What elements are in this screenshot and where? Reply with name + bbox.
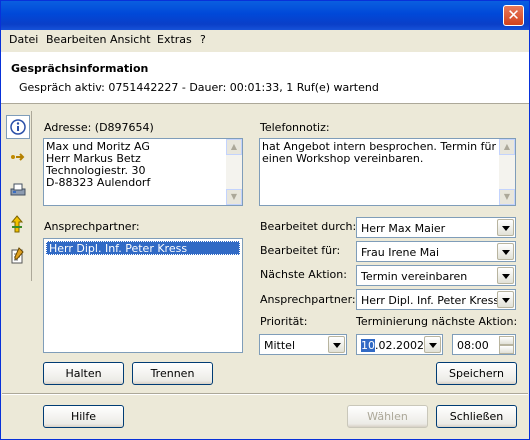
terminierung-label: Terminierung nächste Aktion: xyxy=(356,315,518,328)
naechste-aktion-value: Termin vereinbaren xyxy=(361,270,468,283)
note-label: Telefonnotiz: xyxy=(260,121,330,134)
dialog-window: ✕ Datei Bearbeiten Ansicht Extras ? Gesp… xyxy=(0,0,530,440)
ansprechpartner-value: Herr Dipl. Inf. Peter Kress xyxy=(361,294,500,307)
divider xyxy=(2,393,528,395)
spin-down-icon[interactable] xyxy=(499,345,514,354)
menu-ansicht[interactable]: Ansicht xyxy=(110,33,151,46)
calendar-dropdown-icon[interactable] xyxy=(424,336,441,353)
schliessen-button[interactable]: Schließen xyxy=(436,405,517,428)
menu-datei[interactable]: Datei xyxy=(9,33,38,46)
hilfe-button[interactable]: Hilfe xyxy=(43,405,124,428)
menu-bearbeiten[interactable]: Bearbeiten xyxy=(46,33,106,46)
trennen-button[interactable]: Trennen xyxy=(132,362,213,385)
fax-icon[interactable] xyxy=(6,179,30,203)
chevron-down-icon[interactable] xyxy=(497,243,514,260)
title-bar[interactable]: ✕ xyxy=(1,1,529,30)
time-spinner[interactable]: 08:00 xyxy=(452,334,516,355)
time-value: 08:00 xyxy=(457,339,489,352)
menu-extras[interactable]: Extras xyxy=(157,33,192,46)
ansprechpartner-select[interactable]: Herr Dipl. Inf. Peter Kress xyxy=(356,289,516,310)
prioritaet-label: Priorität: xyxy=(260,315,308,328)
address-field[interactable]: Max und Moritz AG Herr Markus Betz Techn… xyxy=(43,138,243,206)
side-toolbar xyxy=(4,111,32,281)
address-scrollbar[interactable]: ▲ ▼ xyxy=(226,139,242,205)
spin-up-icon[interactable] xyxy=(499,336,514,345)
naechste-aktion-label: Nächste Aktion: xyxy=(260,268,347,281)
scroll-up-icon[interactable]: ▲ xyxy=(499,139,515,155)
chevron-down-icon[interactable] xyxy=(328,336,345,353)
bearbeitet-durch-select[interactable]: Herr Max Maier xyxy=(356,217,516,238)
scroll-down-icon[interactable]: ▼ xyxy=(226,189,242,205)
note-text: hat Angebot intern besprochen. Termin fü… xyxy=(262,140,496,165)
scroll-down-icon[interactable]: ▼ xyxy=(499,189,515,205)
naechste-aktion-select[interactable]: Termin vereinbaren xyxy=(356,265,516,286)
page-title: Gesprächsinformation xyxy=(11,62,149,75)
bearbeitet-durch-label: Bearbeitet durch: xyxy=(260,220,357,233)
note-scrollbar[interactable]: ▲ ▼ xyxy=(499,139,515,205)
bearbeitet-fuer-select[interactable]: Frau Irene Mai xyxy=(356,241,516,262)
dial-arrow-icon[interactable] xyxy=(6,146,30,170)
bearbeitet-fuer-label: Bearbeitet für: xyxy=(260,244,341,257)
bearbeitet-fuer-value: Frau Irene Mai xyxy=(361,246,440,259)
contacts-label: Ansprechpartner: xyxy=(44,220,140,233)
list-item[interactable]: Herr Dipl. Inf. Peter Kress xyxy=(46,241,240,255)
menu-help[interactable]: ? xyxy=(200,33,206,46)
date-rest-value: .02.2002 xyxy=(375,339,424,352)
info-icon[interactable] xyxy=(6,115,30,139)
ansprechpartner-label: Ansprechpartner: xyxy=(260,293,356,306)
scroll-up-icon[interactable]: ▲ xyxy=(226,139,242,155)
date-day-value: 10 xyxy=(361,339,375,352)
transfer-arrows-icon[interactable] xyxy=(6,212,30,236)
call-status: Gespräch aktiv: 0751442227 - Dauer: 00:0… xyxy=(19,81,379,94)
address-text: Max und Moritz AG Herr Markus Betz Techn… xyxy=(46,140,151,189)
prioritaet-select[interactable]: Mittel xyxy=(259,334,347,355)
date-picker[interactable]: 10.02.2002 xyxy=(356,334,443,355)
contacts-list[interactable]: Herr Dipl. Inf. Peter Kress xyxy=(43,238,243,353)
info-header: Gesprächsinformation Gespräch aktiv: 075… xyxy=(1,52,529,104)
note-field[interactable]: hat Angebot intern besprochen. Termin fü… xyxy=(259,138,516,206)
waehlen-button[interactable]: Wählen xyxy=(347,405,428,428)
address-label: Adresse: (D897654) xyxy=(44,121,154,134)
speichern-button[interactable]: Speichern xyxy=(436,362,517,385)
prioritaet-value: Mittel xyxy=(264,339,295,352)
chevron-down-icon[interactable] xyxy=(497,219,514,236)
chevron-down-icon[interactable] xyxy=(497,291,514,308)
close-icon[interactable]: ✕ xyxy=(503,5,524,26)
chevron-down-icon[interactable] xyxy=(497,267,514,284)
notes-icon[interactable] xyxy=(6,244,30,268)
halten-button[interactable]: Halten xyxy=(43,362,124,385)
menu-bar: Datei Bearbeiten Ansicht Extras ? xyxy=(1,30,529,50)
bearbeitet-durch-value: Herr Max Maier xyxy=(361,222,446,235)
